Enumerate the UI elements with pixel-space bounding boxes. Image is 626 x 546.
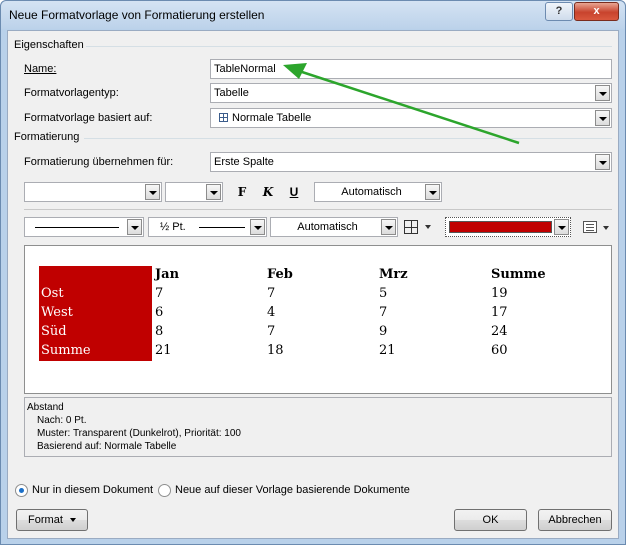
annotation-arrow [283, 63, 520, 145]
dialog-window: Neue Formatvorlage von Formatierung erst… [0, 0, 626, 545]
